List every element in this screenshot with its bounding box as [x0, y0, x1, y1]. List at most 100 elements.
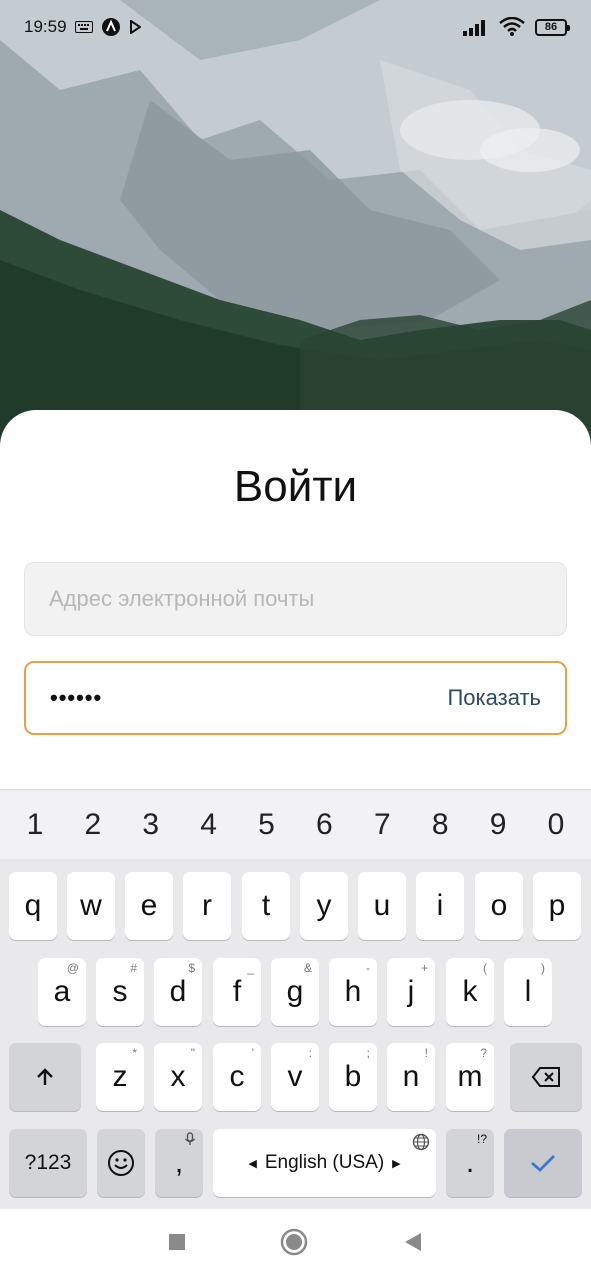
key-j[interactable]: + j: [387, 958, 435, 1026]
soft-keyboard: 1 2 3 4 5 6 7 8 9 0 q w e r t y u i o p …: [0, 789, 591, 1209]
comma-key[interactable]: ,: [155, 1129, 203, 1197]
battery-level: 86: [544, 21, 558, 33]
key-9[interactable]: 9: [478, 808, 518, 842]
key-p[interactable]: p: [533, 872, 581, 940]
shift-arrow-icon: [37, 1068, 53, 1085]
key-t[interactable]: t: [242, 872, 290, 940]
key-label: y: [316, 889, 332, 922]
wifi-icon: [499, 17, 525, 37]
key-label: a: [53, 975, 71, 1008]
key-v[interactable]: :v: [271, 1043, 319, 1111]
key-s[interactable]: # s: [96, 958, 144, 1026]
status-bar-right: 86: [463, 17, 570, 37]
key-k[interactable]: (k: [446, 958, 494, 1026]
emoji-key[interactable]: [97, 1129, 145, 1197]
key-x[interactable]: " x: [154, 1043, 202, 1111]
checkmark-icon: [531, 1155, 555, 1172]
done-key[interactable]: [504, 1129, 582, 1197]
key-hint: _: [247, 961, 254, 975]
language-right-arrow-icon: ▶: [392, 1157, 401, 1170]
key-hint: &: [303, 961, 312, 975]
key-label: o: [490, 889, 508, 922]
key-hint: @: [66, 961, 79, 975]
email-field[interactable]: Адрес электронной почты: [24, 562, 567, 636]
key-h[interactable]: -h: [329, 958, 377, 1026]
key-n[interactable]: ! n: [387, 1043, 435, 1111]
key-1[interactable]: 1: [15, 808, 55, 842]
key-label: b: [344, 1060, 362, 1093]
key-f[interactable]: _ f: [213, 958, 261, 1026]
key-u[interactable]: u: [358, 872, 406, 940]
recents-button[interactable]: [167, 1232, 187, 1257]
key-y[interactable]: y: [300, 872, 348, 940]
key-hint: ': [251, 1046, 254, 1060]
status-bar-left: 19:59: [24, 17, 141, 37]
status-bar: 19:59 86: [0, 0, 591, 54]
key-label: j: [407, 975, 415, 1008]
key-hint: !: [424, 1046, 428, 1060]
key-2[interactable]: 2: [73, 808, 113, 842]
square-icon: [168, 1234, 185, 1250]
key-e[interactable]: e: [125, 872, 173, 940]
key-m[interactable]: ? m: [446, 1043, 494, 1111]
key-label: m: [457, 1060, 483, 1093]
space-key[interactable]: ◀ English (USA) ▶: [213, 1129, 436, 1197]
key-8[interactable]: 8: [420, 808, 460, 842]
key-a[interactable]: @ a: [38, 958, 86, 1026]
key-r[interactable]: r: [183, 872, 231, 940]
key-6[interactable]: 6: [304, 808, 344, 842]
key-q[interactable]: q: [9, 872, 57, 940]
password-field[interactable]: •••••• Показать: [24, 661, 567, 735]
key-label: l: [524, 975, 532, 1008]
key-label: z: [112, 1060, 128, 1093]
status-time: 19:59: [24, 17, 67, 36]
key-label: ?123: [24, 1151, 72, 1174]
symbols-key[interactable]: ?123: [9, 1129, 87, 1197]
key-hint: ": [190, 1046, 195, 1060]
key-i[interactable]: i: [416, 872, 464, 940]
key-label: i: [436, 889, 444, 922]
language-left-arrow-icon: ◀: [248, 1157, 257, 1170]
home-button[interactable]: [280, 1228, 308, 1261]
key-4[interactable]: 4: [189, 808, 229, 842]
key-hint: $: [188, 961, 195, 975]
page-title: Войти: [233, 462, 358, 511]
backspace-key[interactable]: [510, 1043, 582, 1111]
key-o[interactable]: o: [475, 872, 523, 940]
globe-icon: [412, 1133, 430, 1154]
key-d[interactable]: $ d: [154, 958, 202, 1026]
shift-key[interactable]: [9, 1043, 81, 1111]
key-label: .: [465, 1146, 475, 1179]
key-hint: ): [541, 961, 545, 975]
key-hint: +: [420, 961, 428, 975]
key-hint: #: [130, 961, 137, 975]
key-hint: ;: [366, 1046, 370, 1060]
key-3[interactable]: 3: [131, 808, 171, 842]
triangle-back-icon: [405, 1233, 422, 1251]
battery-icon: 86: [535, 18, 570, 36]
key-label: f: [232, 975, 242, 1008]
signal-icon: [463, 18, 489, 36]
key-g[interactable]: & g: [271, 958, 319, 1026]
play-icon: [129, 20, 141, 34]
key-label: w: [80, 889, 102, 922]
period-key[interactable]: !? .: [446, 1129, 494, 1197]
key-0[interactable]: 0: [536, 808, 576, 842]
key-7[interactable]: 7: [362, 808, 402, 842]
key-z[interactable]: * z: [96, 1043, 144, 1111]
key-hint: (: [483, 961, 487, 975]
show-password-button[interactable]: Показать: [447, 685, 541, 711]
key-label: e: [140, 889, 158, 922]
key-l[interactable]: ) l: [504, 958, 552, 1026]
key-c[interactable]: ' c: [213, 1043, 261, 1111]
backspace-icon: [531, 1067, 560, 1087]
back-button[interactable]: [402, 1231, 424, 1258]
key-label: ,: [174, 1146, 184, 1179]
key-5[interactable]: 5: [247, 808, 287, 842]
key-b[interactable]: ; b: [329, 1043, 377, 1111]
key-label: v: [287, 1060, 303, 1093]
email-placeholder: Адрес электронной почты: [49, 586, 315, 611]
key-w[interactable]: w: [67, 872, 115, 940]
app-a-icon: [101, 17, 121, 37]
key-label: t: [261, 889, 271, 922]
